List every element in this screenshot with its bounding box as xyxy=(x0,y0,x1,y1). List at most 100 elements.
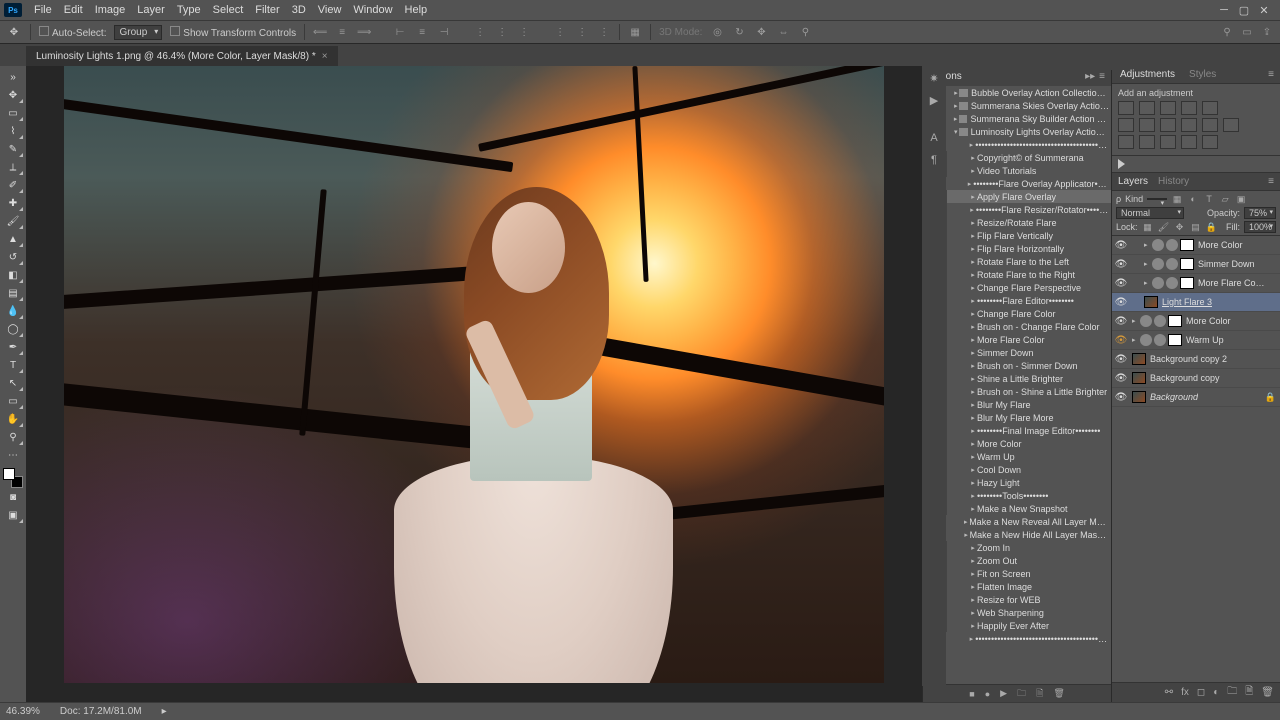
distribute-icon[interactable]: ⋮ xyxy=(473,25,487,39)
marquee-tool[interactable]: ▭ xyxy=(2,104,24,122)
action-row[interactable]: ✓▫▸•••••••••••••••••••••••••••••••••••••… xyxy=(923,138,1111,151)
panel-collapse-icon[interactable]: ▸▸ xyxy=(1085,71,1095,82)
lock-all-icon[interactable]: 🔒 xyxy=(1206,221,1218,233)
history-brush-tool[interactable]: ↺ xyxy=(2,248,24,266)
menu-select[interactable]: Select xyxy=(207,2,250,18)
menu-view[interactable]: View xyxy=(312,2,348,18)
gradient-tool[interactable]: ▤ xyxy=(2,284,24,302)
tab-adjustments[interactable]: Adjustments xyxy=(1118,67,1177,82)
action-row[interactable]: ✓▫▸Copyright© of Summerana xyxy=(923,151,1111,164)
trash-icon[interactable]: 🗑 xyxy=(1053,688,1064,699)
pen-tool[interactable]: ✒ xyxy=(2,338,24,356)
distribute-icon[interactable]: ⋮ xyxy=(517,25,531,39)
status-arrow-icon[interactable]: ▸ xyxy=(162,706,167,717)
filter-kind-dropdown[interactable] xyxy=(1147,198,1167,200)
distribute-icon[interactable]: ⋮ xyxy=(597,25,611,39)
action-row[interactable]: ✓▸Bubble Overlay Action Collection by S… xyxy=(923,86,1111,99)
screen-mode-icon[interactable]: ▣ xyxy=(2,506,24,524)
lock-pos-icon[interactable]: ✥ xyxy=(1174,221,1186,233)
action-row[interactable]: ✓▫▸Video Tutorials xyxy=(923,164,1111,177)
menu-type[interactable]: Type xyxy=(171,2,207,18)
path-select-tool[interactable]: ↖ xyxy=(2,374,24,392)
color-swatches[interactable] xyxy=(3,468,23,488)
quick-mask-icon[interactable]: ◙ xyxy=(2,488,24,506)
collapsed-icon[interactable]: ✷ xyxy=(926,70,942,86)
auto-align-icon[interactable]: ▦ xyxy=(628,25,642,39)
workspace-icon[interactable]: ▭ xyxy=(1240,25,1254,39)
action-row[interactable]: ✓▫▸Blur My Flare More xyxy=(923,411,1111,424)
auto-select-dropdown[interactable]: Group xyxy=(114,25,162,40)
colorlookup-icon[interactable] xyxy=(1223,118,1239,132)
filter-type-icon[interactable]: T xyxy=(1203,193,1215,205)
layer-row[interactable]: 👁Light Flare 3 xyxy=(1112,293,1280,312)
layer-row[interactable]: 👁Background copy xyxy=(1112,369,1280,388)
quick-select-tool[interactable]: ✎ xyxy=(2,140,24,158)
lock-nest-icon[interactable]: ▤ xyxy=(1190,221,1202,233)
blur-tool[interactable]: 💧 xyxy=(2,302,24,320)
maximize-button[interactable]: ▢ xyxy=(1238,4,1250,16)
distribute-icon[interactable]: ⋮ xyxy=(575,25,589,39)
brush-tool[interactable]: 🖌 xyxy=(2,212,24,230)
collapsed-icon[interactable]: A xyxy=(926,130,942,146)
distribute-icon[interactable]: ⋮ xyxy=(553,25,567,39)
move-tool[interactable]: ✥ xyxy=(2,86,24,104)
action-row[interactable]: ✓▫▸Flip Flare Horizontally xyxy=(923,242,1111,255)
action-row[interactable]: ✓▫▸Change Flare Perspective xyxy=(923,281,1111,294)
photofilter-icon[interactable] xyxy=(1181,118,1197,132)
selcolor-icon[interactable] xyxy=(1202,135,1218,149)
align-top-icon[interactable]: ⟸ xyxy=(313,25,327,39)
menu-layer[interactable]: Layer xyxy=(131,2,171,18)
action-row[interactable]: ✓▫▸••••••••Flare Overlay Applicator•••••… xyxy=(923,177,1111,190)
new-action-icon[interactable]: 🗎 xyxy=(1036,686,1043,702)
levels-icon[interactable] xyxy=(1139,101,1155,115)
align-bottom-icon[interactable]: ⟹ xyxy=(357,25,371,39)
menu-window[interactable]: Window xyxy=(347,2,398,18)
lock-trans-icon[interactable]: ▦ xyxy=(1142,221,1154,233)
action-row[interactable]: ✓▫▸Flatten Image xyxy=(923,580,1111,593)
align-vcenter-icon[interactable]: ≡ xyxy=(335,25,349,39)
action-row[interactable]: ✓▫▸••••••••Final Image Editor•••••••• xyxy=(923,424,1111,437)
shape-tool[interactable]: ▭ xyxy=(2,392,24,410)
canvas-area[interactable] xyxy=(26,66,922,702)
trash-icon[interactable]: 🗑 xyxy=(1261,687,1274,698)
action-row[interactable]: ✓▫▸••••••••Tools•••••••• xyxy=(923,489,1111,502)
tab-history[interactable]: History xyxy=(1158,176,1189,187)
action-row[interactable]: ✓▸Summerana Skies Overlay Action Coll… xyxy=(923,99,1111,112)
document-canvas[interactable] xyxy=(64,66,884,683)
action-row[interactable]: ✓▸Summerana Sky Builder Action Collect… xyxy=(923,112,1111,125)
threshold-icon[interactable] xyxy=(1160,135,1176,149)
hue-icon[interactable] xyxy=(1118,118,1134,132)
menu-image[interactable]: Image xyxy=(89,2,132,18)
collapse-icon[interactable]: » xyxy=(2,68,24,86)
action-row[interactable]: ✓▫▸Hazy Light xyxy=(923,476,1111,489)
opacity-value[interactable]: 75% xyxy=(1244,207,1276,219)
panel-menu-icon[interactable]: ≡ xyxy=(1268,176,1274,187)
group-icon[interactable]: 🗀 xyxy=(1227,684,1237,701)
close-button[interactable]: ✕ xyxy=(1258,4,1270,16)
crop-tool[interactable]: ⟂ xyxy=(2,158,24,176)
layer-row[interactable]: 👁▸More Color xyxy=(1112,236,1280,255)
record-icon[interactable]: ● xyxy=(985,689,990,699)
close-tab-icon[interactable]: × xyxy=(322,51,328,62)
action-row[interactable]: ✓▫▸Happily Ever After xyxy=(923,619,1111,632)
share-icon[interactable]: ⇪ xyxy=(1260,25,1274,39)
action-row[interactable]: ✓▫▸Brush on - Shine a Little Brighter xyxy=(923,385,1111,398)
align-hcenter-icon[interactable]: ≡ xyxy=(415,25,429,39)
healing-tool[interactable]: ✚ xyxy=(2,194,24,212)
collapsed-icon[interactable]: ▶ xyxy=(926,92,942,108)
action-row[interactable]: ✓▫▸Blur My Flare xyxy=(923,398,1111,411)
channelmixer-icon[interactable] xyxy=(1202,118,1218,132)
zoom-tool[interactable]: ⚲ xyxy=(2,428,24,446)
show-transform-checkbox[interactable]: Show Transform Controls xyxy=(170,26,296,39)
search-icon[interactable]: ⚲ xyxy=(1220,25,1234,39)
adjustment-icon[interactable]: ◐ xyxy=(1213,687,1219,698)
action-row[interactable]: ✓▫▸Resize/Rotate Flare xyxy=(923,216,1111,229)
hand-tool[interactable]: ✋ xyxy=(2,410,24,428)
document-tab[interactable]: Luminosity Lights 1.png @ 46.4% (More Co… xyxy=(26,46,338,66)
action-row[interactable]: ✓▫▸Rotate Flare to the Left xyxy=(923,255,1111,268)
eyedropper-tool[interactable]: ✐ xyxy=(2,176,24,194)
fx-icon[interactable]: fx xyxy=(1181,687,1189,698)
brightness-icon[interactable] xyxy=(1118,101,1134,115)
fill-value[interactable]: 100% xyxy=(1244,221,1276,233)
action-row[interactable]: ✓▾Luminosity Lights Overlay Action Colle… xyxy=(923,125,1111,138)
